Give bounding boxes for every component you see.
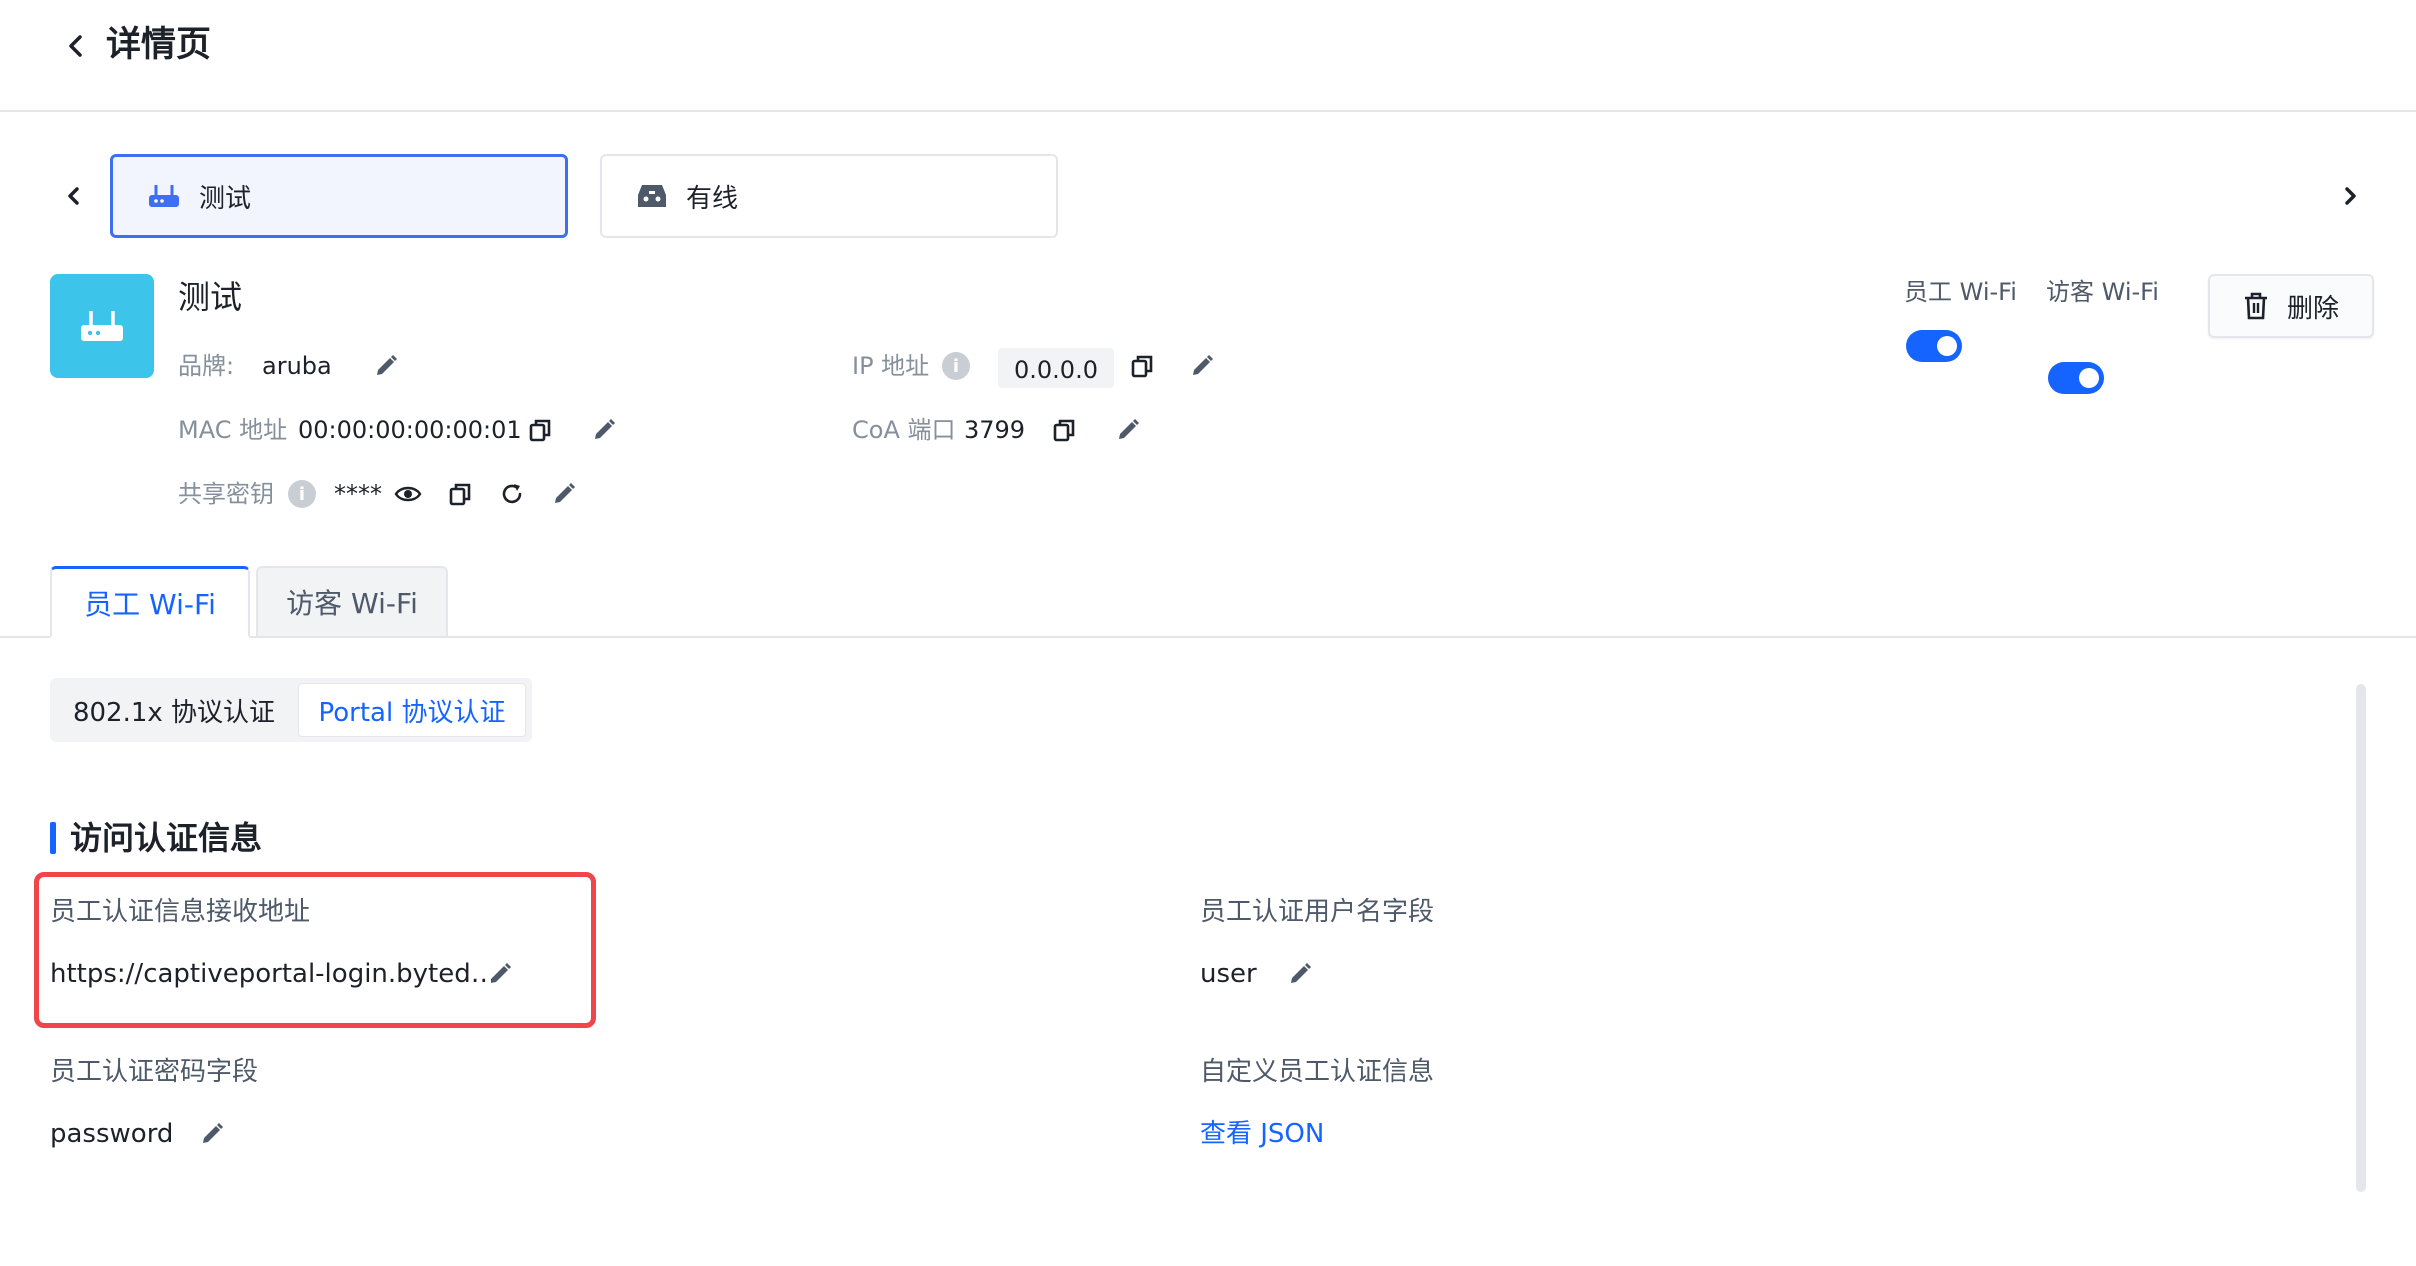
edit-password-pencil-icon[interactable] <box>194 1116 230 1152</box>
edit-mac-pencil-icon[interactable] <box>586 412 622 448</box>
device-avatar <box>50 274 154 378</box>
info-icon: i <box>942 352 970 380</box>
coa-label: CoA 端口 <box>852 416 956 444</box>
mac-label: MAC 地址 <box>178 416 288 444</box>
copy-coa-icon[interactable] <box>1046 412 1082 448</box>
section-accent-bar <box>50 822 56 854</box>
copy-ip-icon[interactable] <box>1124 348 1160 384</box>
info-icon: i <box>288 480 316 508</box>
router-icon <box>147 181 181 211</box>
edit-brand-pencil-icon[interactable] <box>368 348 404 384</box>
custom-info-label: 自定义员工认证信息 <box>1200 1057 1435 1087</box>
secret-label: 共享密钥 <box>178 480 274 508</box>
scrollbar[interactable] <box>2356 684 2366 1192</box>
tab-guest-wifi[interactable]: 访客 Wi-Fi <box>256 566 448 638</box>
page-header <box>0 0 2416 112</box>
copy-mac-icon[interactable] <box>522 412 558 448</box>
employee-wifi-toggle-label: 员工 Wi-Fi <box>1904 278 2017 306</box>
brand-value: aruba <box>262 352 332 380</box>
carousel-prev-icon[interactable] <box>58 180 90 212</box>
ip-value: 0.0.0.0 <box>998 348 1114 388</box>
show-secret-eye-icon[interactable] <box>390 476 426 512</box>
edit-ip-pencil-icon[interactable] <box>1184 348 1220 384</box>
device-card-test[interactable]: 测试 <box>110 154 568 238</box>
auth-mode-8021x[interactable]: 802.1x 协议认证 <box>56 683 292 737</box>
username-field-label: 员工认证用户名字段 <box>1200 897 1435 927</box>
view-json-link[interactable]: 查看 JSON <box>1200 1114 1324 1154</box>
page-title: 详情页 <box>106 25 212 65</box>
tab-employee-wifi[interactable]: 员工 Wi-Fi <box>50 566 250 638</box>
edit-username-pencil-icon[interactable] <box>1282 956 1318 992</box>
receive-url-value: https://captiveportal-login.byted… <box>50 959 497 989</box>
edit-receive-url-pencil-icon[interactable] <box>482 956 518 992</box>
wired-switch-icon <box>636 181 668 211</box>
copy-secret-icon[interactable] <box>442 476 478 512</box>
trash-icon <box>2243 292 2269 320</box>
secret-value: **** <box>334 480 382 508</box>
device-name: 测试 <box>178 278 243 316</box>
delete-button[interactable]: 删除 <box>2208 274 2374 338</box>
password-field-label: 员工认证密码字段 <box>50 1057 259 1087</box>
section-title: 访问认证信息 <box>70 819 263 857</box>
edit-secret-pencil-icon[interactable] <box>546 476 582 512</box>
delete-button-label: 删除 <box>2286 293 2339 324</box>
auth-mode-segmented: 802.1x 协议认证 Portal 协议认证 <box>50 678 532 742</box>
username-field-value: user <box>1200 959 1257 989</box>
back-arrow-icon[interactable] <box>56 26 96 66</box>
guest-wifi-toggle-label: 访客 Wi-Fi <box>2046 278 2159 306</box>
guest-wifi-switch[interactable] <box>2048 362 2104 394</box>
device-card-wired[interactable]: 有线 <box>600 154 1058 238</box>
auth-mode-portal[interactable]: Portal 协议认证 <box>298 683 526 737</box>
device-card-label: 有线 <box>686 183 739 214</box>
employee-wifi-switch[interactable] <box>1906 330 1962 362</box>
coa-value: 3799 <box>964 416 1026 444</box>
refresh-secret-icon[interactable] <box>494 476 530 512</box>
mac-value: 00:00:00:00:00:01 <box>298 416 522 444</box>
edit-coa-pencil-icon[interactable] <box>1110 412 1146 448</box>
receive-url-label: 员工认证信息接收地址 <box>50 897 311 927</box>
device-card-label: 测试 <box>199 183 252 214</box>
router-icon <box>78 305 126 347</box>
password-field-value: password <box>50 1119 174 1149</box>
brand-label: 品牌: <box>178 352 235 380</box>
ip-label: IP 地址 <box>852 352 930 380</box>
carousel-next-icon[interactable] <box>2334 180 2366 212</box>
